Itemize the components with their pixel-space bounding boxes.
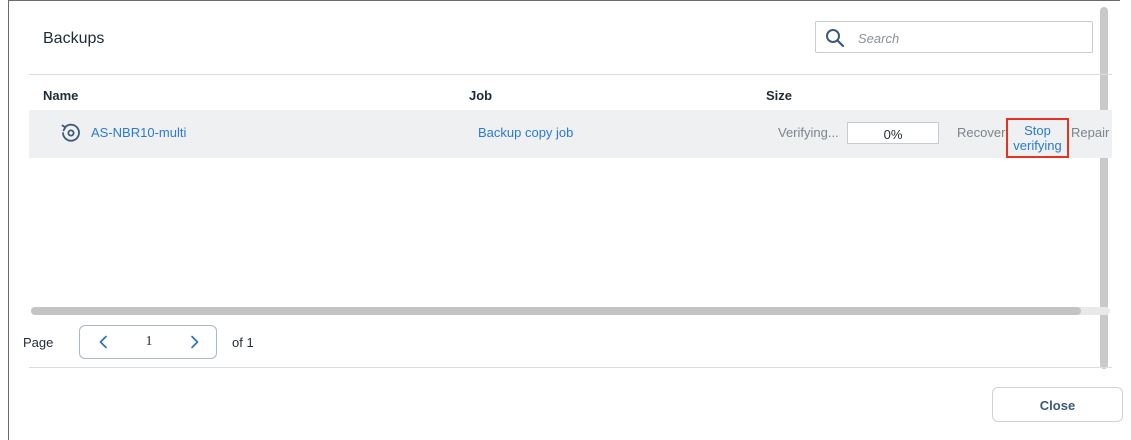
search-icon [826,29,845,48]
table-row[interactable]: AS-NBR10-multi Backup copy job Verifying… [29,110,1112,158]
page-selector: 1 [79,325,217,359]
page-count-label: of 1 [232,335,254,350]
stop-verifying-action[interactable]: Stop verifying [1006,118,1069,158]
progress-percent: 0% [883,127,903,142]
close-button[interactable]: Close [992,387,1123,422]
horizontal-scrollbar-thumb[interactable] [31,307,1081,315]
page-number-input[interactable]: 1 [130,334,168,350]
column-header-job[interactable]: Job [469,88,492,103]
column-header-name[interactable]: Name [43,88,78,103]
status-text: Verifying... [778,125,839,140]
header-divider [29,74,1112,75]
search-input[interactable] [856,28,1080,48]
search-box[interactable] [815,21,1093,53]
dialog-title: Backups [43,30,105,47]
chevron-right-icon[interactable] [187,335,201,349]
recover-action[interactable]: Recover [957,125,1005,140]
job-link[interactable]: Backup copy job [478,125,573,140]
repair-action[interactable]: Repair [1071,125,1109,140]
progress-bar: 0% [847,122,939,144]
backup-restore-icon [61,123,80,142]
page-label: Page [23,335,54,350]
chevron-left-icon[interactable] [97,335,111,349]
horizontal-scrollbar[interactable] [31,307,1110,315]
backup-name-link[interactable]: AS-NBR10-multi [91,125,186,140]
footer-divider [29,367,1112,368]
column-header-size[interactable]: Size [766,88,792,103]
backups-dialog: Backups Name Job Size AS-NBR10-multi Bac… [8,0,1123,440]
